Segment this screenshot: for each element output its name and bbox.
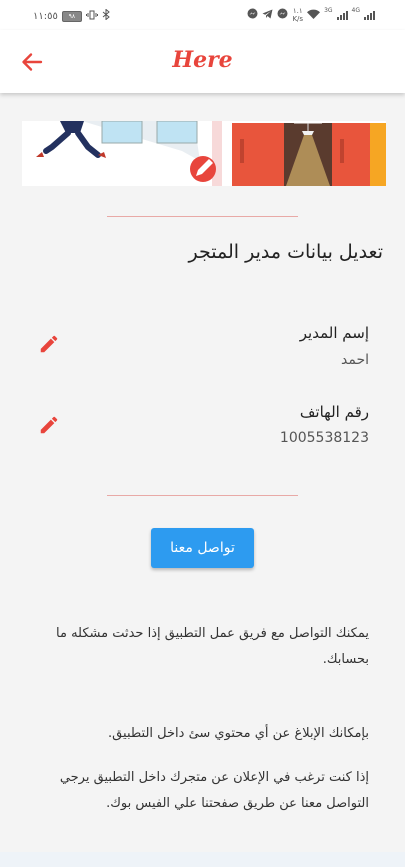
bluetooth-icon (102, 8, 110, 23)
status-bar: ١١:٥٥ ٩٨ ١.١ K/s 3G 4G (0, 0, 405, 30)
battery-icon: ٩٨ (61, 10, 82, 22)
contact-us-button[interactable]: تواصل معنا (151, 528, 254, 568)
telegram-icon (262, 9, 273, 22)
app-bar: Here (0, 30, 405, 93)
divider-top (107, 216, 298, 217)
info-account-issue: يمكنك التواصل مع فريق عمل التطبيق إذا حد… (56, 626, 369, 667)
net-3g-label: 3G (324, 7, 333, 14)
pencil-icon (40, 416, 58, 434)
divider-bottom (107, 495, 298, 496)
bottom-strip (0, 852, 405, 867)
manager-name-value: احمد (341, 352, 369, 368)
status-time: ١١:٥٥ (33, 10, 58, 22)
messenger-icon (247, 8, 258, 22)
net-speed-unit: K/s (292, 15, 304, 23)
status-left: ١١:٥٥ ٩٨ (33, 8, 110, 23)
banner-image (22, 121, 386, 186)
page-title: تعديل بيانات مدير المتجر (188, 241, 383, 263)
messenger-icon (277, 8, 288, 22)
phone-label: رقم الهاتف (299, 403, 369, 421)
edit-phone-button[interactable] (38, 414, 60, 436)
info-report-content: بإمكانك الإبلاغ عن أي محتوي سئ داخل التط… (108, 726, 369, 741)
wifi-icon (307, 9, 321, 22)
signal-icon (336, 10, 348, 20)
info-advertise: إذا كنت ترغب في الإعلان عن متجرك داخل ال… (59, 770, 369, 811)
pencil-icon (40, 335, 58, 353)
net-speed: ١.١ K/s (292, 7, 303, 23)
edit-manager-name-button[interactable] (38, 333, 60, 355)
vibrate-icon (85, 10, 98, 23)
status-right: ١.١ K/s 3G 4G (247, 7, 375, 23)
signal-icon (364, 10, 375, 20)
phone-value: 1005538123 (279, 430, 369, 446)
net-speed-value: ١.١ (292, 7, 303, 15)
net-4g-label: 4G (351, 7, 360, 14)
battery-level: ٩٨ (68, 12, 76, 20)
app-title: Here (172, 47, 233, 73)
manager-name-label: إسم المدير (299, 324, 369, 342)
